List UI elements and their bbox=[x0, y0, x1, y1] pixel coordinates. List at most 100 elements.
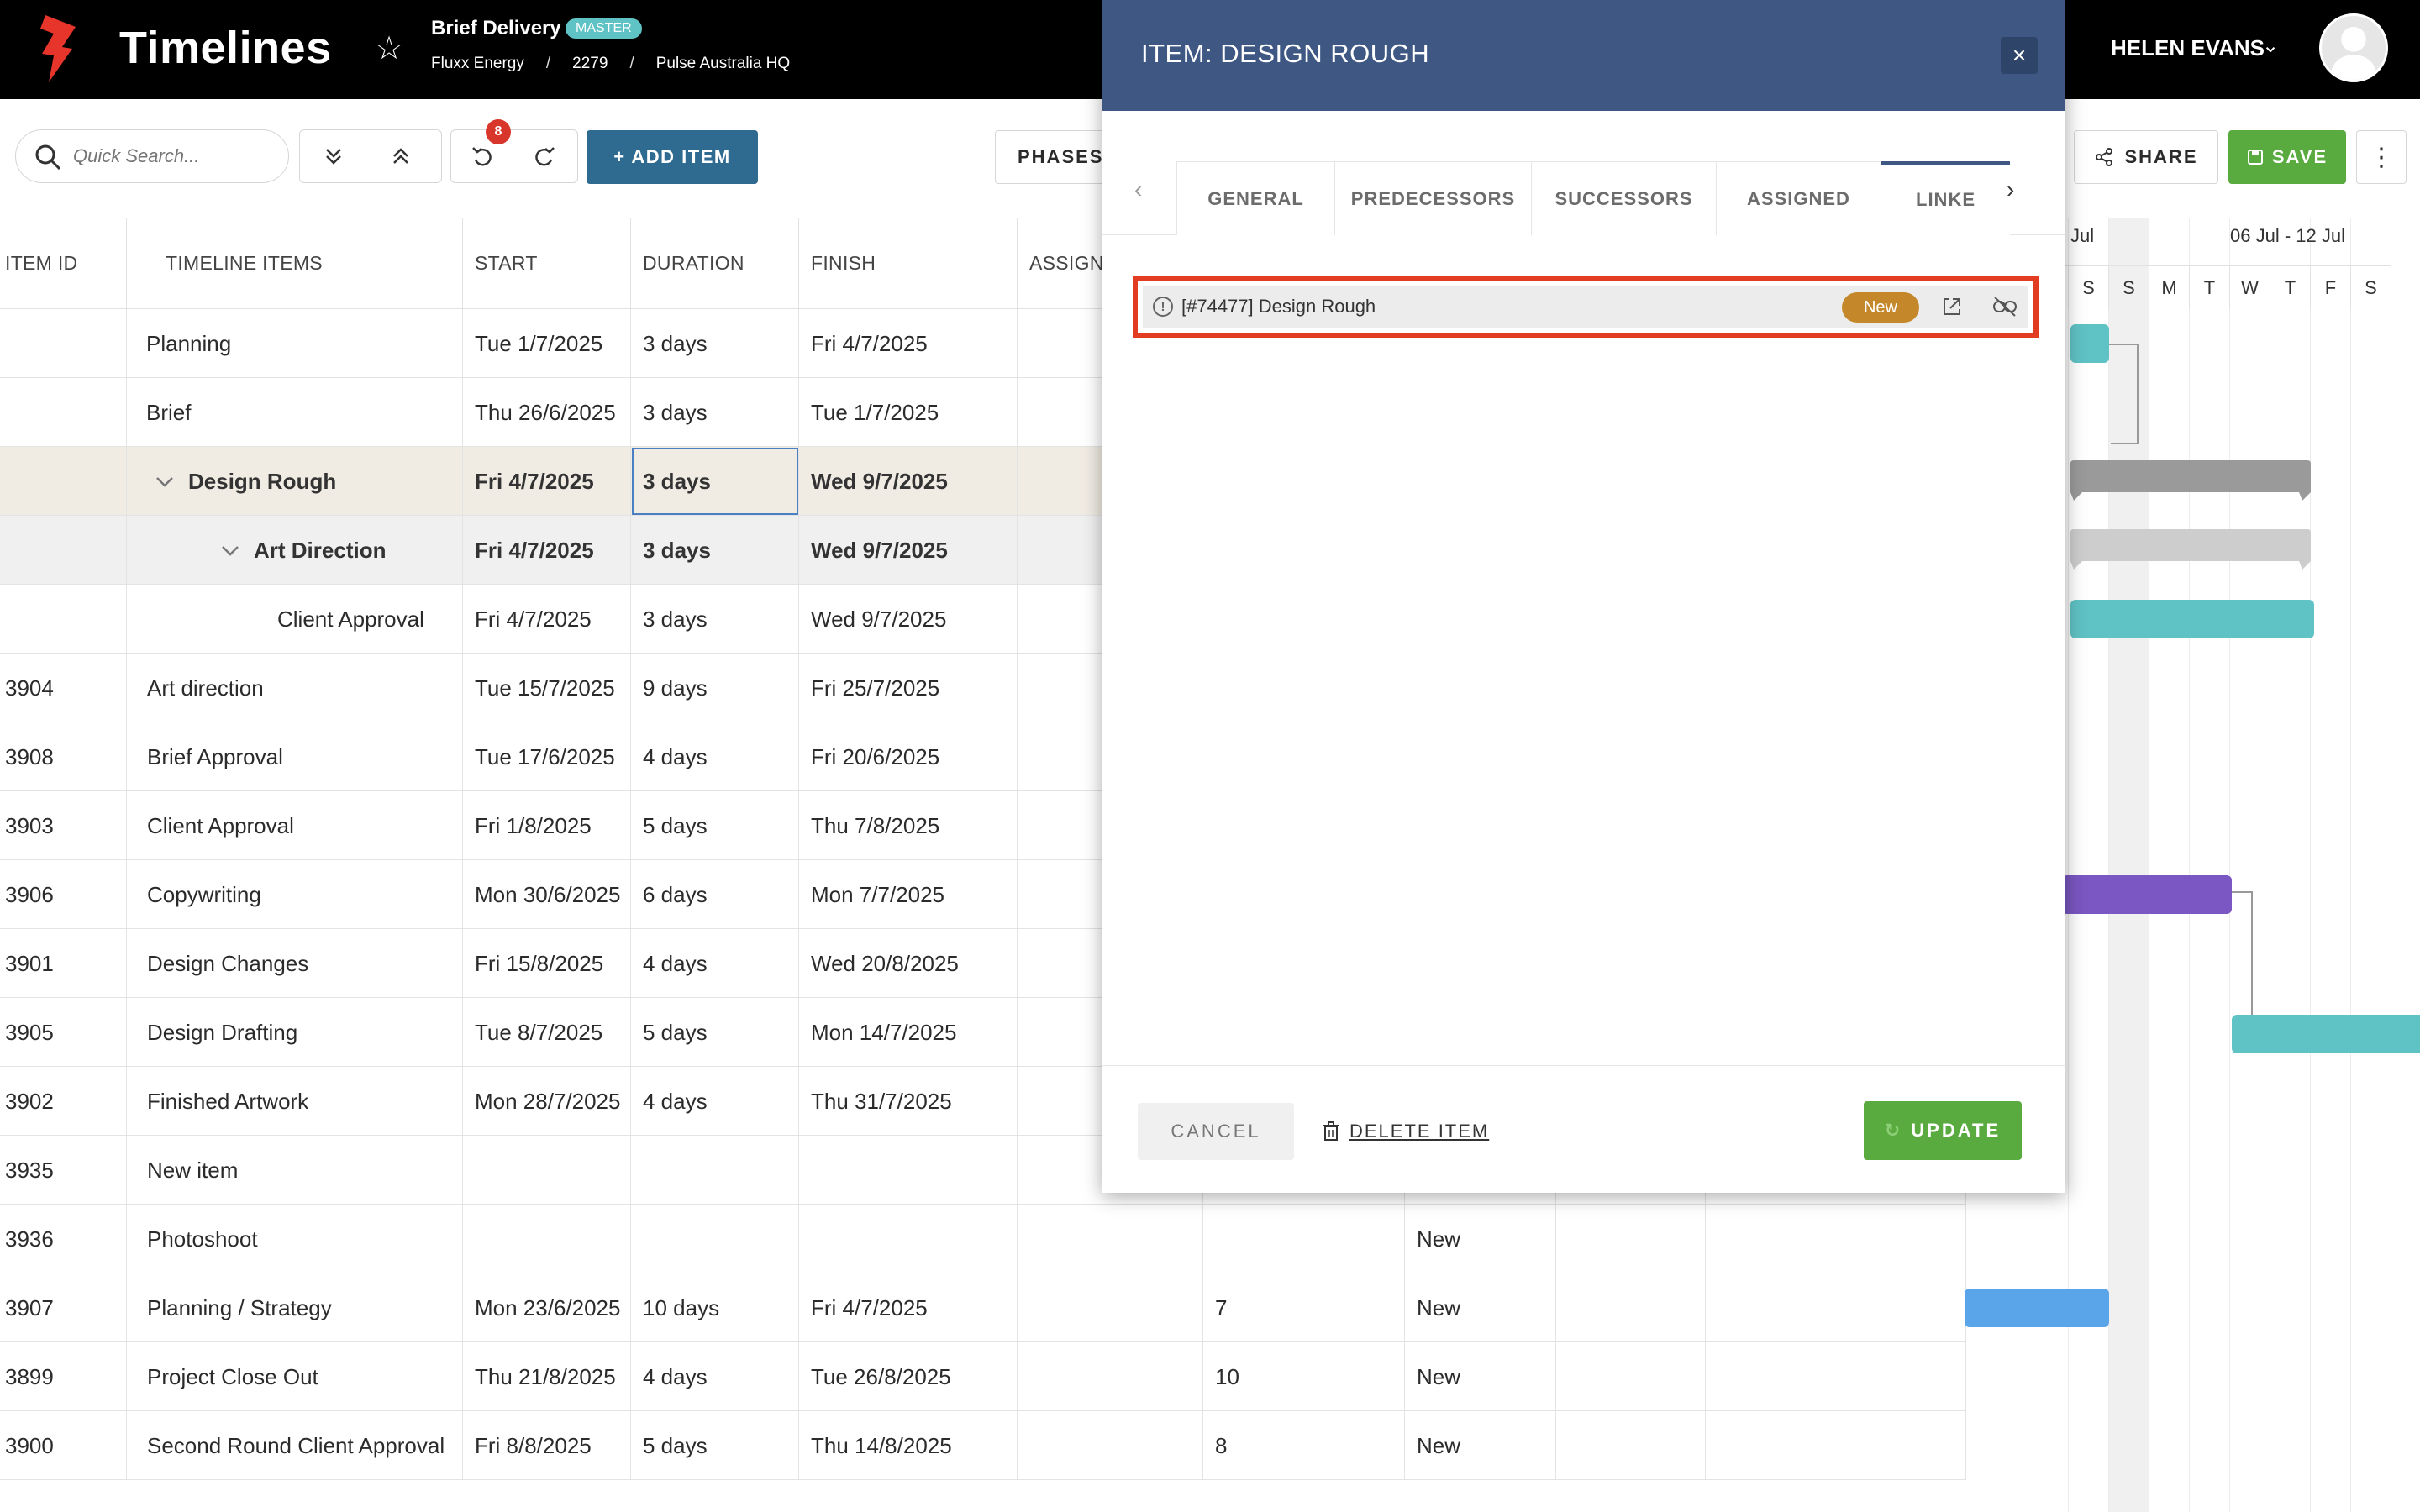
cell-finish[interactable] bbox=[799, 1136, 1018, 1205]
cell-timeline-item[interactable]: Brief Approval bbox=[127, 722, 463, 791]
tab-predecessors[interactable]: PREDECESSORS bbox=[1334, 161, 1531, 235]
external-link-icon[interactable] bbox=[1939, 294, 1965, 319]
column-header-finish[interactable]: FINISH bbox=[799, 218, 1018, 309]
cell-duration[interactable] bbox=[631, 1205, 799, 1273]
cell-timeline-item[interactable]: New item bbox=[127, 1136, 463, 1205]
cell-timeline-item[interactable]: Design Drafting bbox=[127, 998, 463, 1067]
cell-start[interactable]: Fri 8/8/2025 bbox=[463, 1411, 631, 1480]
gantt-bar-planning-strategy[interactable] bbox=[1965, 1289, 2109, 1327]
cell-item-id[interactable]: 3901 bbox=[0, 929, 127, 998]
cell-finish[interactable]: Thu 14/8/2025 bbox=[799, 1411, 1018, 1480]
cell-timeline-item[interactable]: Finished Artwork bbox=[127, 1067, 463, 1136]
column-header-duration[interactable]: DURATION bbox=[631, 218, 799, 309]
redo-button[interactable] bbox=[513, 130, 576, 182]
cell-duration[interactable]: 6 days bbox=[631, 860, 799, 929]
gantt-bar-client-approval[interactable] bbox=[2070, 600, 2314, 638]
cell-timeline-item[interactable]: Client Approval bbox=[127, 585, 463, 654]
cell-finish[interactable]: Tue 1/7/2025 bbox=[799, 378, 1018, 447]
cell-timeline-item[interactable]: Brief bbox=[127, 378, 463, 447]
tab-linked[interactable]: LINKE bbox=[1881, 161, 2010, 235]
chevron-right-icon[interactable]: › bbox=[2007, 176, 2014, 203]
cell-duration[interactable]: 4 days bbox=[631, 1342, 799, 1411]
chevron-down-icon[interactable] bbox=[220, 538, 242, 564]
tab-assigned[interactable]: ASSIGNED bbox=[1716, 161, 1881, 235]
cell-start[interactable]: Mon 23/6/2025 bbox=[463, 1273, 631, 1342]
cell-finish[interactable]: Thu 7/8/2025 bbox=[799, 791, 1018, 860]
cell-start[interactable]: Tue 8/7/2025 bbox=[463, 998, 631, 1067]
cell-days[interactable]: 10 bbox=[1203, 1342, 1405, 1411]
collapse-all-button[interactable] bbox=[367, 130, 434, 182]
table-row[interactable]: 3900 Second Round Client Approval Fri 8/8/… bbox=[0, 1411, 1966, 1480]
cell-status[interactable]: New bbox=[1405, 1205, 1556, 1273]
cell-finish[interactable]: Wed 20/8/2025 bbox=[799, 929, 1018, 998]
close-button[interactable]: × bbox=[2001, 37, 2038, 74]
cell-finish[interactable]: Tue 26/8/2025 bbox=[799, 1342, 1018, 1411]
avatar[interactable] bbox=[2319, 13, 2388, 82]
cell-item-id[interactable] bbox=[0, 378, 127, 447]
cell-status[interactable]: New bbox=[1405, 1342, 1556, 1411]
cell-duration[interactable]: 5 days bbox=[631, 791, 799, 860]
cancel-button[interactable]: CANCEL bbox=[1138, 1103, 1294, 1160]
gantt-bar-design-drafting[interactable] bbox=[2232, 1015, 2420, 1053]
cell-finish[interactable]: Wed 9/7/2025 bbox=[799, 447, 1018, 516]
cell-blank[interactable] bbox=[1706, 1273, 1966, 1342]
cell-assigned[interactable] bbox=[1018, 1205, 1203, 1273]
cell-start[interactable]: Fri 1/8/2025 bbox=[463, 791, 631, 860]
cell-item-id[interactable]: 3908 bbox=[0, 722, 127, 791]
cell-duration[interactable]: 4 days bbox=[631, 929, 799, 998]
save-button[interactable]: SAVE bbox=[2228, 130, 2346, 184]
cell-start[interactable]: Tue 1/7/2025 bbox=[463, 309, 631, 378]
linked-item-label[interactable]: [#74477] Design Rough bbox=[1181, 296, 1376, 318]
cell-item-id[interactable]: 3936 bbox=[0, 1205, 127, 1273]
cell-finish[interactable]: Wed 9/7/2025 bbox=[799, 585, 1018, 654]
cell-item-id[interactable]: 3904 bbox=[0, 654, 127, 722]
cell-start[interactable] bbox=[463, 1205, 631, 1273]
cell-finish[interactable]: Fri 4/7/2025 bbox=[799, 1273, 1018, 1342]
cell-finish[interactable]: Thu 31/7/2025 bbox=[799, 1067, 1018, 1136]
cell-blank[interactable] bbox=[1706, 1342, 1966, 1411]
breadcrumb-job-name[interactable]: Pulse Australia HQ bbox=[656, 55, 790, 73]
cell-start[interactable]: Thu 26/6/2025 bbox=[463, 378, 631, 447]
cell-timeline-item[interactable]: Planning / Strategy bbox=[127, 1273, 463, 1342]
cell-days[interactable]: 8 bbox=[1203, 1411, 1405, 1480]
column-header-item-id[interactable]: ITEM ID bbox=[0, 218, 127, 309]
cell-timeline-item[interactable]: Second Round Client Approval bbox=[127, 1411, 463, 1480]
cell-start[interactable]: Fri 4/7/2025 bbox=[463, 585, 631, 654]
cell-timeline-item[interactable]: Design Changes bbox=[127, 929, 463, 998]
cell-timeline-item[interactable]: Project Close Out bbox=[127, 1342, 463, 1411]
cell-timeline-item[interactable]: Design Rough bbox=[127, 447, 463, 516]
cell-duration[interactable]: 3 days bbox=[631, 309, 799, 378]
cell-timeline-item[interactable]: Art direction bbox=[127, 654, 463, 722]
cell-duration[interactable]: 4 days bbox=[631, 1067, 799, 1136]
cell-finish[interactable]: Wed 9/7/2025 bbox=[799, 516, 1018, 585]
delete-item-button[interactable]: DELETE ITEM bbox=[1323, 1103, 1489, 1160]
more-options-button[interactable]: ⋮ bbox=[2356, 130, 2407, 184]
cell-duration[interactable]: 3 days bbox=[631, 378, 799, 447]
cell-duration[interactable]: 9 days bbox=[631, 654, 799, 722]
gantt-bar-copywriting[interactable] bbox=[2062, 875, 2232, 914]
update-button[interactable]: ↻ UPDATE bbox=[1864, 1101, 2022, 1160]
cell-item-id[interactable]: 3906 bbox=[0, 860, 127, 929]
cell-item-id[interactable]: 3903 bbox=[0, 791, 127, 860]
quick-search[interactable] bbox=[15, 129, 289, 183]
chevron-left-icon[interactable]: ‹ bbox=[1134, 176, 1142, 203]
share-button[interactable]: SHARE bbox=[2074, 130, 2218, 184]
cell-finish[interactable]: Mon 7/7/2025 bbox=[799, 860, 1018, 929]
cell-duration[interactable]: 5 days bbox=[631, 998, 799, 1067]
cell-item-id[interactable] bbox=[0, 309, 127, 378]
cell-duration[interactable]: 3 days bbox=[631, 516, 799, 585]
tab-general[interactable]: GENERAL bbox=[1176, 161, 1334, 235]
table-row[interactable]: 3936 Photoshoot New bbox=[0, 1205, 1966, 1273]
table-row[interactable]: 3899 Project Close Out Thu 21/8/2025 4 days… bbox=[0, 1342, 1966, 1411]
table-row[interactable]: 3907 Planning / Strategy Mon 23/6/2025 10 d… bbox=[0, 1273, 1966, 1342]
cell-assigned[interactable] bbox=[1018, 1273, 1203, 1342]
cell-days[interactable] bbox=[1203, 1205, 1405, 1273]
column-header-start[interactable]: START bbox=[463, 218, 631, 309]
cell-status[interactable]: New bbox=[1405, 1411, 1556, 1480]
cell-blank[interactable] bbox=[1706, 1411, 1966, 1480]
cell-duration[interactable]: 10 days bbox=[631, 1273, 799, 1342]
cell-timeline-item[interactable]: Client Approval bbox=[127, 791, 463, 860]
cell-start[interactable]: Thu 21/8/2025 bbox=[463, 1342, 631, 1411]
linked-item-row[interactable]: ! [#74477] Design Rough New bbox=[1143, 286, 2028, 328]
cell-item-id[interactable]: 3899 bbox=[0, 1342, 127, 1411]
